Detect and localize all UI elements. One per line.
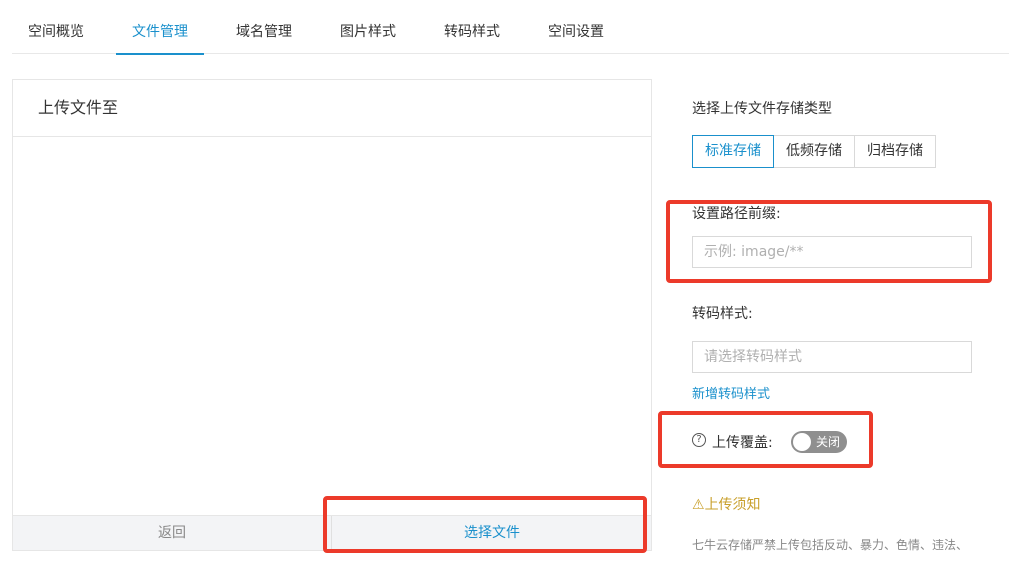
- tab-label: 图片样式: [340, 24, 396, 40]
- tab-label: 转码样式: [444, 24, 500, 40]
- tab-space-settings[interactable]: 空间设置: [532, 0, 620, 54]
- tab-transcode-styles[interactable]: 转码样式: [428, 0, 516, 54]
- tab-label: 空间设置: [548, 24, 604, 40]
- storage-standard-button[interactable]: 标准存储: [692, 135, 774, 168]
- toggle-state-text: 关闭: [816, 435, 841, 449]
- tab-label: 文件管理: [132, 24, 188, 40]
- upload-panel-title: 上传文件至: [13, 80, 651, 137]
- storage-archive-button[interactable]: 归档存储: [854, 135, 936, 168]
- storage-infrequent-button[interactable]: 低频存储: [773, 135, 855, 168]
- upload-notice-text: 七牛云存储严禁上传包括反动、暴力、色情、违法、: [692, 538, 969, 552]
- tab-label: 域名管理: [236, 24, 292, 40]
- upload-panel: 上传文件至 返回 选择文件: [12, 79, 652, 551]
- tab-image-styles[interactable]: 图片样式: [324, 0, 412, 54]
- back-button[interactable]: 返回: [13, 516, 331, 550]
- upload-overwrite-toggle[interactable]: 关闭: [791, 431, 847, 453]
- add-transcode-style-link[interactable]: 新增转码样式: [692, 383, 770, 402]
- storage-type-selector: 标准存储 低频存储 归档存储: [692, 135, 936, 168]
- tab-file-management[interactable]: 文件管理: [116, 0, 204, 55]
- toggle-knob: [793, 433, 811, 451]
- tab-label: 空间概览: [28, 24, 84, 40]
- choose-file-button[interactable]: 选择文件: [332, 516, 652, 550]
- transcode-style-label: 转码样式:: [692, 306, 753, 322]
- upload-overwrite-label: 上传覆盖:: [712, 435, 773, 451]
- question-circle-icon[interactable]: ?: [692, 433, 706, 447]
- upload-notice-title: 上传须知: [704, 497, 761, 513]
- path-prefix-label: 设置路径前缀:: [692, 206, 781, 222]
- upload-panel-footer: 返回 选择文件: [13, 515, 651, 550]
- transcode-style-select[interactable]: [692, 341, 972, 373]
- top-tab-bar: 空间概览 文件管理 域名管理 图片样式 转码样式 空间设置: [12, 0, 1009, 55]
- path-prefix-input[interactable]: [692, 236, 972, 268]
- warning-icon: ⚠: [692, 497, 705, 513]
- storage-type-label: 选择上传文件存储类型: [692, 101, 832, 117]
- tab-space-overview[interactable]: 空间概览: [12, 0, 100, 54]
- tab-domain-management[interactable]: 域名管理: [220, 0, 308, 54]
- upload-notice-heading: ⚠上传须知: [692, 494, 761, 514]
